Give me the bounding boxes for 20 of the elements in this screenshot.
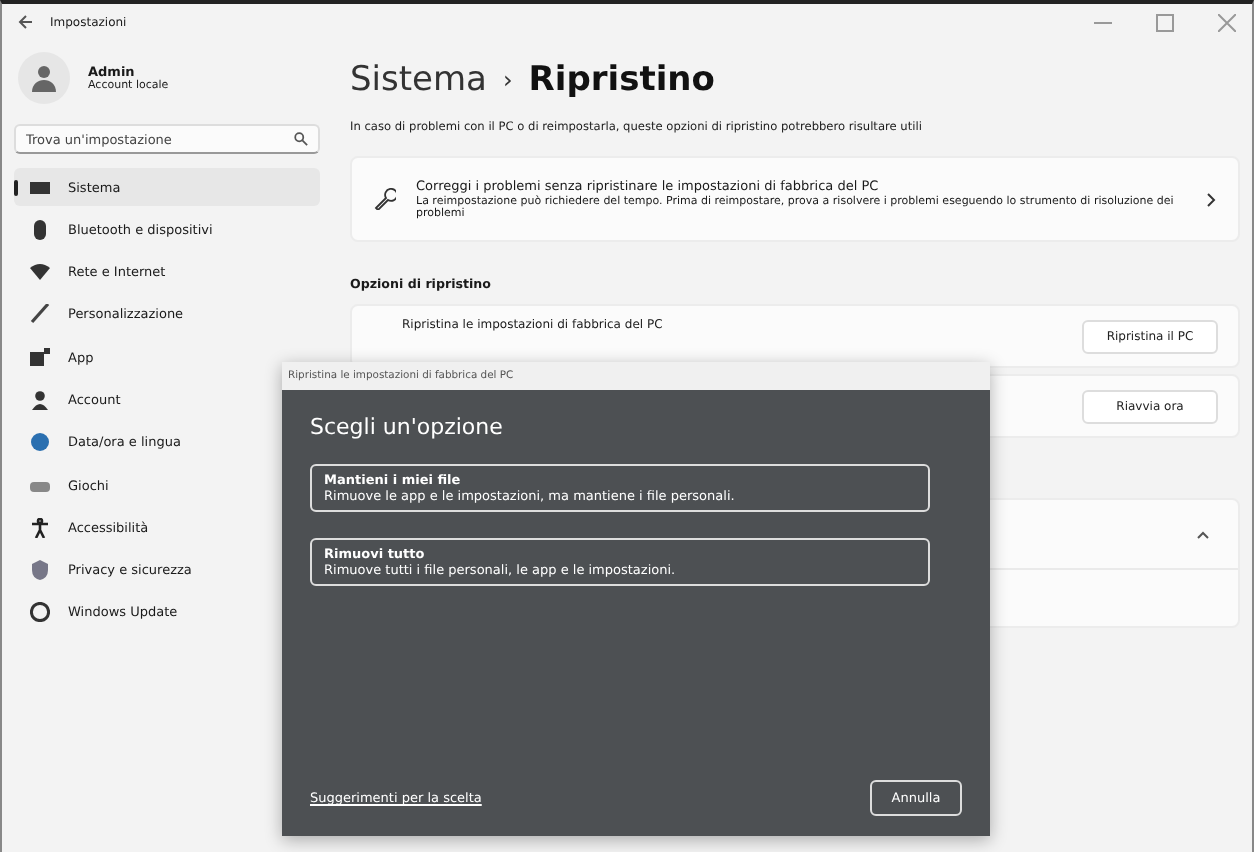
- maximize-icon[interactable]: [1156, 13, 1174, 31]
- page-title: Ripristino: [528, 60, 715, 100]
- dialog-heading: Scegli un'opzione: [310, 414, 505, 440]
- avatar: [18, 52, 70, 104]
- apps-icon: [30, 347, 50, 368]
- search-icon: [294, 132, 308, 146]
- shield-icon: [30, 560, 50, 581]
- close-icon[interactable]: [1218, 13, 1236, 31]
- brush-icon: [30, 304, 50, 325]
- monitor-icon: [30, 177, 50, 197]
- chevron-right-icon: [1206, 191, 1216, 207]
- person-icon: [30, 389, 50, 410]
- accessibility-icon: [30, 517, 50, 538]
- back-icon[interactable]: [18, 14, 34, 30]
- chevron-up-icon[interactable]: [1196, 529, 1210, 539]
- breadcrumb-parent[interactable]: Sistema: [350, 60, 487, 100]
- wifi-icon: [30, 262, 50, 283]
- troubleshoot-card[interactable]: [350, 156, 1240, 242]
- wrench-icon: [374, 188, 396, 210]
- breadcrumb-separator: ›: [502, 66, 513, 94]
